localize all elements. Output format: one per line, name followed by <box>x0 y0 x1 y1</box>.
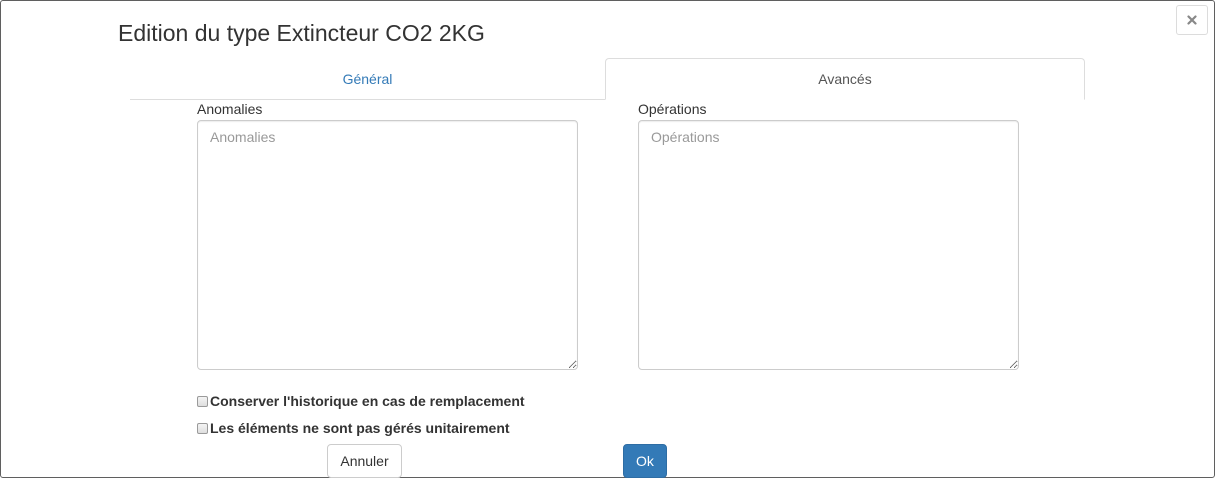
not-unit-managed-label: Les éléments ne sont pas gérés unitairem… <box>210 420 510 436</box>
tab-avances[interactable]: Avancés <box>605 58 1085 100</box>
not-unit-managed-row[interactable]: Les éléments ne sont pas gérés unitairem… <box>197 420 510 436</box>
ok-button[interactable]: Ok <box>623 444 667 478</box>
not-unit-managed-checkbox[interactable] <box>197 422 208 434</box>
tab-general-label: Général <box>342 71 393 87</box>
edit-type-dialog: Edition du type Extincteur CO2 2KG Génér… <box>0 0 1215 478</box>
close-icon <box>1187 15 1197 25</box>
operations-textarea[interactable] <box>638 120 1019 370</box>
operations-label: Opérations <box>638 101 707 117</box>
keep-history-row[interactable]: Conserver l'historique en cas de remplac… <box>197 393 525 409</box>
keep-history-checkbox[interactable] <box>197 395 208 407</box>
tab-avances-label: Avancés <box>818 71 872 87</box>
anomalies-label: Anomalies <box>197 101 263 117</box>
close-button[interactable] <box>1176 5 1208 35</box>
cancel-button[interactable]: Annuler <box>327 444 402 478</box>
anomalies-textarea[interactable] <box>197 120 578 370</box>
tab-general[interactable]: Général <box>130 58 605 100</box>
dialog-title: Edition du type Extincteur CO2 2KG <box>118 20 485 46</box>
keep-history-label: Conserver l'historique en cas de remplac… <box>210 393 525 409</box>
